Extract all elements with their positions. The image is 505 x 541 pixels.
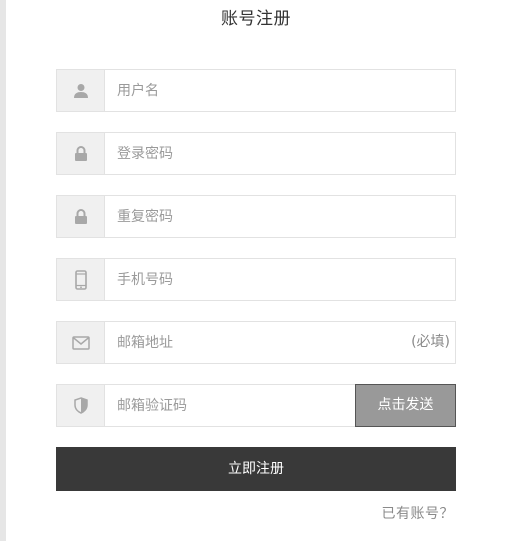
envelope-icon xyxy=(57,322,105,363)
username-input[interactable] xyxy=(117,70,437,111)
required-hint: (必填) xyxy=(411,334,450,350)
email-code-field xyxy=(56,384,356,427)
send-code-button[interactable]: 点击发送 xyxy=(355,384,456,427)
shield-icon xyxy=(57,385,105,426)
login-link[interactable]: 已有账号？ xyxy=(382,503,455,523)
register-button[interactable]: 立即注册 xyxy=(56,447,456,491)
phone-field xyxy=(56,258,456,301)
left-edge-strip xyxy=(0,0,6,541)
confirm-password-input[interactable] xyxy=(117,196,437,237)
email-code-input[interactable] xyxy=(117,385,347,426)
register-page: 账号注册 用户名 手机号码 邮箱地址 (必填) 邮箱验证码 点击发送 立即注册 … xyxy=(0,0,505,541)
email-field: (必填) xyxy=(56,321,456,364)
password-field xyxy=(56,132,456,175)
page-title: 账号注册 xyxy=(221,9,291,29)
lock-icon xyxy=(57,196,105,237)
phone-input[interactable] xyxy=(117,259,437,300)
phone-icon xyxy=(57,259,105,300)
email-input[interactable] xyxy=(117,322,437,363)
password-input[interactable] xyxy=(117,133,437,174)
lock-icon xyxy=(57,133,105,174)
username-field xyxy=(56,69,456,112)
confirm-password-field xyxy=(56,195,456,238)
user-icon xyxy=(57,70,105,111)
